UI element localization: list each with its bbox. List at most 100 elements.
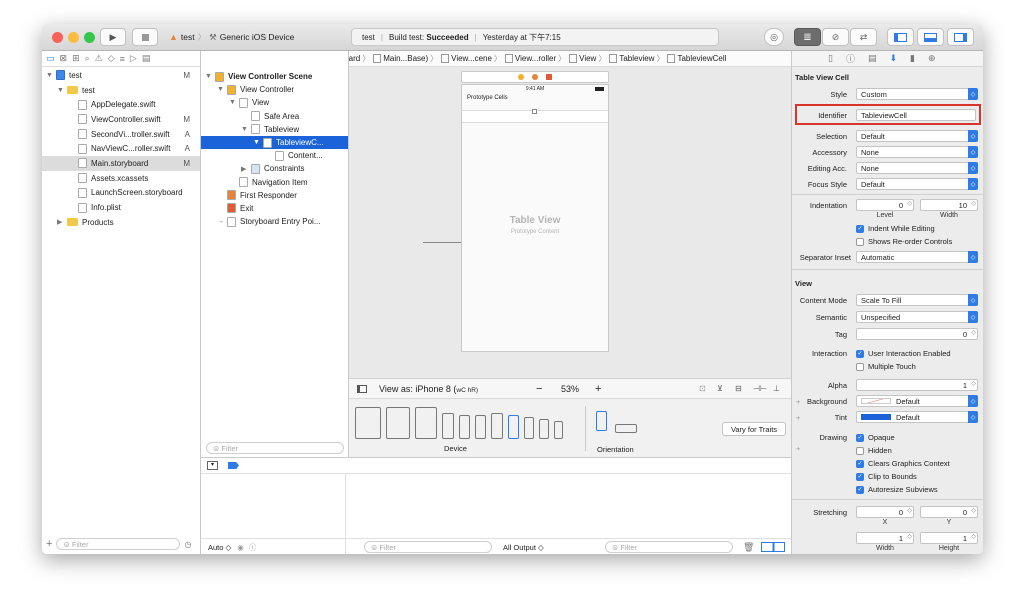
standard-editor-button[interactable]: ≣ xyxy=(794,28,821,46)
outline-item[interactable]: Safe Area xyxy=(201,110,348,123)
view-controller-frame[interactable]: 9:41 AM Prototype Cells Table View Proto… xyxy=(461,84,609,352)
semantic-popup[interactable]: Unspecified ◇ xyxy=(856,311,978,323)
device-option-icon[interactable] xyxy=(554,421,563,439)
multiple-touch-checkbox[interactable]: Multiple Touch xyxy=(856,362,916,371)
info-icon[interactable]: ⓘ xyxy=(249,542,257,553)
breadcrumb-item[interactable]: View...cene 〉 xyxy=(441,53,502,64)
add-icon[interactable]: + xyxy=(46,538,52,550)
indentation-level-field[interactable]: 0 ◇ xyxy=(856,199,914,211)
device-option-icon[interactable] xyxy=(491,413,503,439)
symbol-icon[interactable]: ⊞ xyxy=(72,53,80,64)
navigator-item[interactable]: NavViewC...roller.swift A xyxy=(42,141,200,156)
device-option-icon[interactable] xyxy=(508,415,519,439)
source-control-icon[interactable]: ⊠ xyxy=(60,53,68,64)
focus-style-popup[interactable]: Default ◇ xyxy=(856,178,978,190)
entry-arrow[interactable]: › xyxy=(423,236,466,246)
navigator-item[interactable]: SecondVi...troller.swift A xyxy=(42,127,200,142)
navigator-item[interactable]: Assets.xcassets xyxy=(42,171,200,186)
device-option-icon[interactable] xyxy=(355,407,381,439)
disclosure-icon[interactable]: ▼ xyxy=(253,139,263,146)
navigator-item[interactable]: ▼ test M xyxy=(42,68,200,83)
outline-item[interactable]: Exit xyxy=(201,202,348,215)
scheme-selector[interactable]: ▲ test 〉 ⚒ Generic iOS Device xyxy=(167,28,307,46)
outline-item[interactable]: ▼ View Controller xyxy=(201,83,348,96)
breakpoints-icon[interactable] xyxy=(228,462,239,469)
hide-debug-icon[interactable]: ▾ xyxy=(207,461,218,470)
split-view-icon[interactable] xyxy=(761,542,785,552)
minimize-button[interactable] xyxy=(68,32,79,43)
device-option-icon[interactable] xyxy=(475,415,486,439)
indent-while-editing-checkbox[interactable]: ✓ Indent While Editing xyxy=(856,224,935,233)
outline-item[interactable]: Navigation Item xyxy=(201,176,348,189)
tint-popup[interactable]: Default ◇ xyxy=(856,411,978,423)
breadcrumb-item[interactable]: View 〉 xyxy=(569,53,606,64)
content-mode-popup[interactable]: Scale To Fill ◇ xyxy=(856,294,978,306)
storyboard-canvas[interactable]: › 9:41 AM Prototype Cells Table View Pro… xyxy=(349,67,791,378)
navigator-item[interactable]: LaunchScreen.storyboard xyxy=(42,186,200,201)
stepper-icon[interactable]: ◇ xyxy=(907,200,912,207)
device-option-icon[interactable] xyxy=(442,413,454,439)
disclosure-icon[interactable]: → xyxy=(217,218,227,225)
outline-item[interactable]: ▼ View xyxy=(201,96,348,109)
outline-item[interactable]: ▼ Tableview xyxy=(201,123,348,136)
stretch-y-field[interactable]: 0 ◇ xyxy=(920,506,978,518)
stretch-x-field[interactable]: 0 ◇ xyxy=(856,506,914,518)
accessory-popup[interactable]: None ◇ xyxy=(856,146,978,158)
debug-icon[interactable]: ≡ xyxy=(120,54,125,64)
run-button[interactable]: ▶ xyxy=(100,28,126,46)
outline-item[interactable]: ▼ View Controller Scene xyxy=(201,70,348,83)
disclosure-icon[interactable]: ▼ xyxy=(57,87,67,94)
style-popup[interactable]: Custom ◇ xyxy=(856,88,978,100)
add-variation-icon[interactable]: + xyxy=(796,444,800,453)
toggle-inspector-button[interactable] xyxy=(947,28,974,46)
breadcrumb-item[interactable]: Main...Base) 〉 xyxy=(373,53,438,64)
navigator-item[interactable]: ▶ Products xyxy=(42,215,200,230)
device-option-icon[interactable] xyxy=(386,407,410,439)
outline-item[interactable]: ▼ TableviewC... xyxy=(201,135,348,150)
alpha-field[interactable]: 1 ◇ xyxy=(856,379,978,391)
first-responder-icon[interactable] xyxy=(532,74,538,80)
stepper-icon[interactable]: ◇ xyxy=(907,533,912,540)
indentation-width-field[interactable]: 10 ◇ xyxy=(920,199,978,211)
hidden-checkbox[interactable]: Hidden xyxy=(856,446,892,455)
stepper-icon[interactable]: ◇ xyxy=(971,200,976,207)
outline-item[interactable]: → Storyboard Entry Poi... xyxy=(201,215,348,228)
assistant-editor-button[interactable]: ⊘ xyxy=(822,28,849,46)
identifier-field[interactable]: TableviewCell xyxy=(856,109,976,121)
eye-icon[interactable]: ◉ xyxy=(237,543,244,552)
resolve-icon[interactable]: ⊥ xyxy=(773,384,780,393)
stepper-icon[interactable]: ◇ xyxy=(971,380,976,387)
breadcrumb-item[interactable]: View...roller 〉 xyxy=(504,53,566,64)
disclosure-icon[interactable]: ▼ xyxy=(241,126,251,133)
variables-scope-select[interactable]: Auto ◇ xyxy=(208,543,231,552)
stretch-height-field[interactable]: 1 ◇ xyxy=(920,532,978,544)
activity-button[interactable]: ◎ xyxy=(764,28,784,46)
background-popup[interactable]: Default ◇ xyxy=(856,395,978,407)
prototype-cell[interactable] xyxy=(462,109,608,123)
navigator-item[interactable]: Main.storyboard M xyxy=(42,156,200,171)
zoom-in-icon[interactable]: + xyxy=(595,383,601,395)
navigator-item[interactable]: AppDelegate.swift xyxy=(42,97,200,112)
identity-inspector-icon[interactable]: ▤ xyxy=(868,53,877,64)
outline-item[interactable]: Content... xyxy=(201,149,348,162)
folder-icon[interactable]: ▭ xyxy=(46,53,55,64)
separator-inset-popup[interactable]: Automatic ◇ xyxy=(856,251,978,263)
recent-icon[interactable]: ◷ xyxy=(184,540,191,549)
user-interaction-checkbox[interactable]: ✓ User Interaction Enabled xyxy=(856,349,951,358)
disclosure-icon[interactable]: ▼ xyxy=(205,73,215,80)
clip-to-bounds-checkbox[interactable]: ✓ Clip to Bounds xyxy=(856,472,917,481)
disclosure-icon[interactable]: ▼ xyxy=(46,72,56,79)
outline-filter[interactable]: ⊜ Filter xyxy=(206,442,344,454)
autoresize-subviews-checkbox[interactable]: ✓ Autoresize Subviews xyxy=(856,485,938,494)
device-option-icon[interactable] xyxy=(524,417,534,439)
toggle-navigator-button[interactable] xyxy=(887,28,914,46)
disclosure-icon[interactable]: ▼ xyxy=(217,86,227,93)
shows-reorder-checkbox[interactable]: Shows Re-order Controls xyxy=(856,237,952,246)
portrait-icon[interactable] xyxy=(596,411,607,431)
stepper-icon[interactable]: ◇ xyxy=(971,507,976,514)
stepper-icon[interactable]: ◇ xyxy=(907,507,912,514)
stepper-icon[interactable]: ◇ xyxy=(971,533,976,540)
disclosure-icon[interactable]: ▶ xyxy=(241,165,251,173)
zoom-button[interactable] xyxy=(84,32,95,43)
hide-panel-icon[interactable] xyxy=(357,384,367,393)
